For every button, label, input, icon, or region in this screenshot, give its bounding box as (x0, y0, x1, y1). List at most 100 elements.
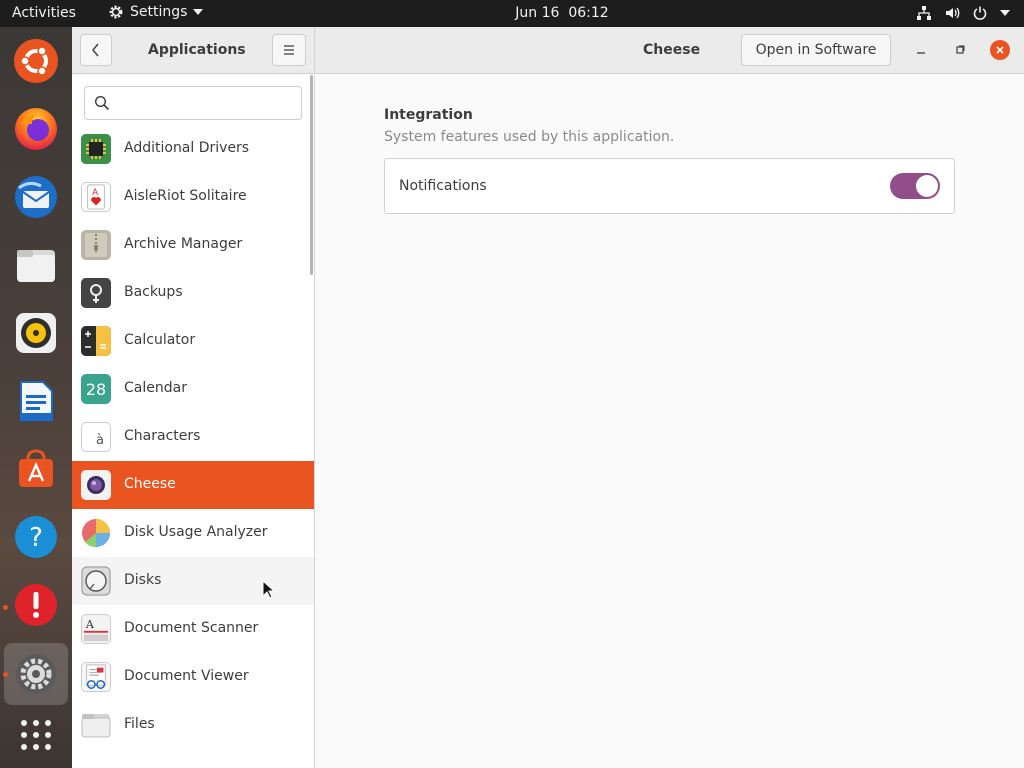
dock-item-firefox[interactable] (12, 105, 60, 153)
dock-item-rhythmbox[interactable] (12, 309, 60, 357)
document-viewer-icon (81, 662, 111, 692)
list-item[interactable]: Disk Usage Analyzer (72, 509, 314, 557)
dock-item-thunderbird[interactable] (12, 173, 60, 221)
calendar-icon: 28 (81, 374, 111, 404)
app-list: Additional Drivers A AisleRiot Solitaire… (72, 125, 314, 749)
maximize-button[interactable] (950, 40, 970, 60)
list-item[interactable]: Document Viewer (72, 653, 314, 701)
activities-button[interactable]: Activities (12, 5, 76, 21)
dock-item-files[interactable] (12, 241, 60, 289)
clock-button[interactable]: Jun 16 06:12 (515, 5, 608, 21)
app-details: Integration System features used by this… (315, 75, 1024, 768)
archive-manager-icon (81, 230, 111, 260)
search-icon (94, 95, 110, 111)
menu-button[interactable] (272, 34, 306, 66)
list-item[interactable]: Additional Drivers (72, 125, 314, 173)
running-indicator (3, 672, 8, 677)
list-item[interactable]: A Document Scanner (72, 605, 314, 653)
section-subtitle: System features used by this application… (384, 129, 675, 145)
settings-icon (16, 654, 56, 694)
search-input[interactable] (117, 91, 297, 115)
notifications-row: Notifications (384, 158, 955, 214)
running-indicator (3, 605, 8, 610)
toggle-knob (916, 175, 938, 197)
app-label: Document Viewer (124, 668, 249, 684)
chevron-down-icon (1000, 10, 1010, 16)
app-label: Disk Usage Analyzer (124, 524, 268, 540)
back-button[interactable] (80, 34, 112, 66)
dock-item-writer[interactable] (12, 377, 60, 425)
rhythmbox-icon (16, 313, 56, 353)
maximize-icon (956, 45, 965, 54)
svg-text:A: A (92, 187, 98, 197)
power-icon (973, 6, 987, 20)
calendar-badge: 28 (85, 379, 107, 399)
software-icon (19, 449, 53, 487)
close-button[interactable] (990, 40, 1010, 60)
sidebar-header: Applications (72, 27, 315, 74)
app-label: AisleRiot Solitaire (124, 188, 247, 204)
list-item[interactable]: Cheese (72, 461, 314, 509)
cheese-icon (81, 470, 111, 500)
app-label: Files (124, 716, 155, 732)
clock-date: Jun 16 (515, 5, 560, 21)
app-label: Calculator (124, 332, 196, 348)
list-item[interactable]: Archive Manager (72, 221, 314, 269)
document-scanner-icon: A (81, 614, 111, 644)
network-icon (917, 6, 931, 20)
ubuntu-logo-icon (14, 39, 58, 83)
app-label: Document Scanner (124, 620, 259, 636)
app-label: Cheese (124, 476, 176, 492)
app-label: Characters (124, 428, 201, 444)
characters-badge: à (96, 432, 104, 448)
app-label: Backups (124, 284, 183, 300)
additional-drivers-icon (81, 134, 111, 164)
disks-icon (81, 566, 111, 596)
top-bar: Activities Settings Jun 16 06:12 (0, 0, 1024, 27)
disk-usage-analyzer-icon (81, 518, 111, 548)
minimize-button[interactable] (911, 40, 931, 60)
minimize-icon (917, 52, 925, 54)
help-icon: ? (15, 516, 57, 558)
list-item[interactable]: Calculator (72, 317, 314, 365)
list-item[interactable]: 28 Calendar (72, 365, 314, 413)
hamburger-icon (284, 45, 294, 55)
settings-app-menu[interactable]: Settings (108, 4, 204, 20)
app-grid-icon (21, 720, 51, 750)
svg-text:A: A (85, 618, 95, 631)
list-item[interactable]: Disks (72, 557, 314, 605)
chevron-left-icon (92, 43, 99, 57)
characters-icon: à (81, 422, 111, 452)
dock-item-help[interactable]: ? (12, 513, 60, 561)
svg-text:?: ? (29, 523, 43, 553)
open-in-software-button[interactable]: Open in Software (741, 34, 891, 66)
thunderbird-icon (15, 176, 57, 218)
chevron-down-icon (193, 9, 204, 15)
volume-icon (946, 7, 960, 19)
show-applications-button[interactable] (12, 711, 60, 759)
settings-window: Applications Cheese Open in Software Add… (72, 27, 1024, 768)
close-icon (996, 46, 1004, 54)
writer-icon (20, 381, 53, 421)
dock: ? (0, 27, 72, 768)
clock-time: 06:12 (568, 5, 609, 21)
list-item[interactable]: A AisleRiot Solitaire (72, 173, 314, 221)
calculator-icon (81, 326, 111, 356)
mouse-cursor-icon (262, 580, 276, 599)
sidebar-title: Applications (148, 42, 246, 58)
dock-item-software[interactable] (12, 445, 60, 493)
dock-item-settings[interactable] (4, 643, 68, 705)
backups-icon (81, 278, 111, 308)
dock-item-ubuntu[interactable] (12, 37, 60, 85)
system-tray[interactable] (916, 5, 1010, 21)
settings-menu-label: Settings (130, 4, 188, 20)
aisleriot-icon: A (81, 182, 111, 212)
app-label: Archive Manager (124, 236, 243, 252)
search-box[interactable] (84, 86, 302, 120)
section-title: Integration (384, 107, 473, 123)
notifications-toggle[interactable] (890, 173, 940, 199)
list-item[interactable]: Files (72, 701, 314, 749)
dock-item-updater[interactable] (12, 581, 60, 629)
list-item[interactable]: à Characters (72, 413, 314, 461)
list-item[interactable]: Backups (72, 269, 314, 317)
